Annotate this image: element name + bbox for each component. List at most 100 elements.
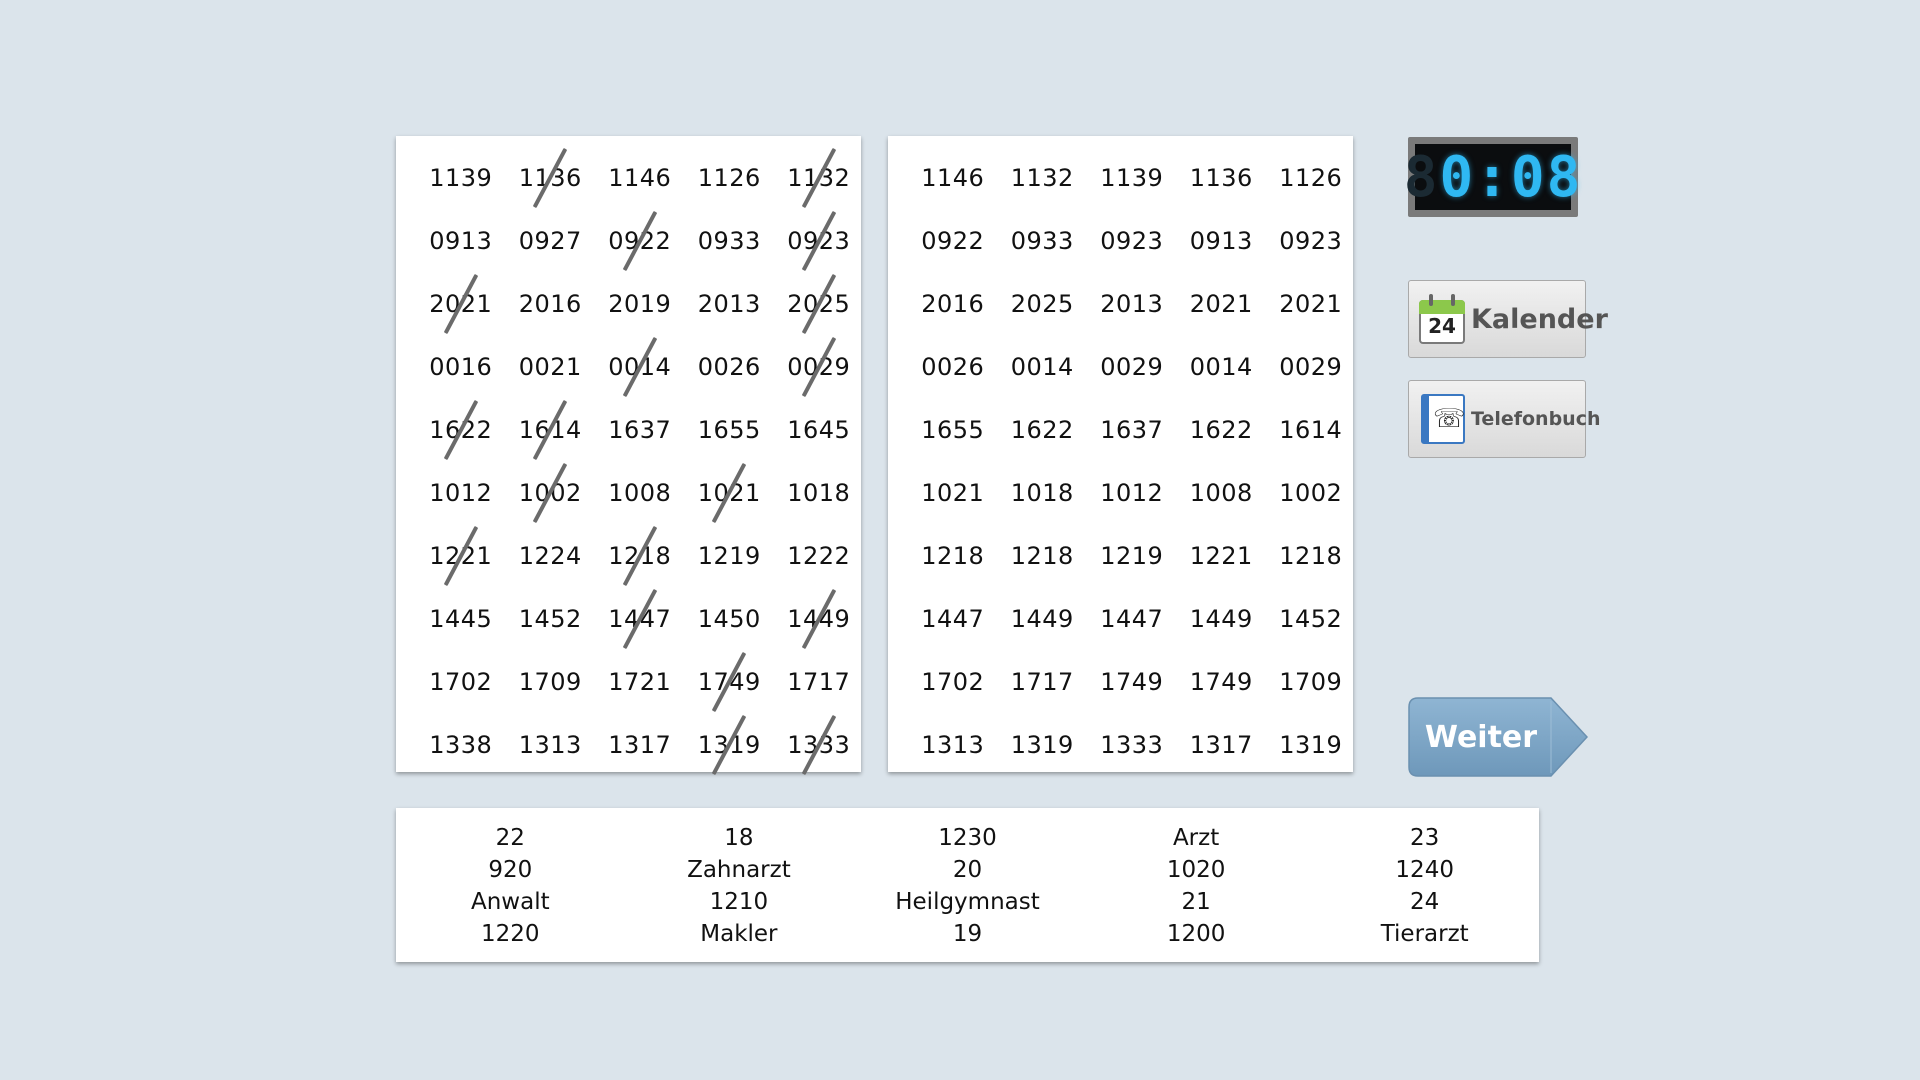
left-grid-cell[interactable]: 1224 (506, 524, 596, 587)
left-grid-cell[interactable]: 1721 (595, 650, 685, 713)
weiter-button[interactable]: Weiter (1408, 697, 1588, 777)
left-grid-cell[interactable]: 1222 (774, 524, 864, 587)
left-grid-cell[interactable]: 1218 (595, 524, 685, 587)
legend-entry: 23 (1410, 825, 1440, 851)
legend-entry: 24 (1410, 889, 1440, 915)
left-grid-cell[interactable]: 1139 (416, 146, 506, 209)
right-grid-cell: 0029 (1100, 352, 1164, 381)
left-grid-cell[interactable]: 0933 (685, 209, 775, 272)
left-grid-cell[interactable]: 1219 (685, 524, 775, 587)
right-grid-cell: 0029 (1279, 352, 1343, 381)
right-grid-cell: 1146 (921, 163, 985, 192)
left-grid-cell[interactable]: 1702 (416, 650, 506, 713)
left-grid-cell[interactable]: 1338 (416, 713, 506, 776)
right-grid-cell: 1749 (1189, 667, 1253, 696)
legend-entry: Tierarzt (1380, 921, 1469, 947)
left-grid-cell[interactable]: 1614 (506, 398, 596, 461)
left-grid-cell[interactable]: 0016 (416, 335, 506, 398)
left-grid-cell[interactable]: 0913 (416, 209, 506, 272)
left-grid-cell[interactable]: 2025 (774, 272, 864, 335)
left-grid-cell[interactable]: 0029 (774, 335, 864, 398)
calendar-icon-number: 24 (1428, 314, 1456, 338)
right-grid-cell: 0923 (1279, 226, 1343, 255)
left-grid-cell[interactable]: 2019 (595, 272, 685, 335)
left-grid-cell[interactable]: 1018 (774, 461, 864, 524)
left-grid-cell[interactable]: 0927 (506, 209, 596, 272)
right-grid-cell: 0026 (921, 352, 985, 381)
right-grid-cell: 1749 (1100, 667, 1164, 696)
right-grid-cell: 0922 (921, 226, 985, 255)
right-grid-cell: 1333 (1100, 730, 1164, 759)
legend-entry: 20 (952, 857, 983, 883)
left-grid-cell[interactable]: 1450 (685, 587, 775, 650)
legend-entry: 21 (1181, 889, 1211, 915)
left-grid-cells: 1139 1136 1146 1126 1132 0913 0927 0922 0933 0923… (396, 136, 861, 772)
left-grid-cell[interactable]: 0014 (595, 335, 685, 398)
left-grid-cell[interactable]: 0021 (506, 335, 596, 398)
left-grid-cell[interactable]: 1313 (506, 713, 596, 776)
right-grid-cell: 1218 (1010, 541, 1074, 570)
left-grid-cell[interactable]: 1008 (595, 461, 685, 524)
left-grid-cell[interactable]: 1021 (685, 461, 775, 524)
left-grid-cell[interactable]: 0922 (595, 209, 685, 272)
legend-column: 23 1240 24 Tierarzt (1310, 822, 1539, 950)
left-grid-cell[interactable]: 0026 (685, 335, 775, 398)
timer-ghost-digit: 8 (1403, 144, 1440, 210)
left-grid-cell[interactable]: 1333 (774, 713, 864, 776)
countdown-timer: 8 0:08 (1404, 137, 1580, 217)
left-grid-cell[interactable]: 1655 (685, 398, 775, 461)
left-grid-cell[interactable]: 1012 (416, 461, 506, 524)
right-grid-cell: 1218 (1279, 541, 1343, 570)
left-grid-cell[interactable]: 2016 (506, 272, 596, 335)
left-grid-cell[interactable]: 1717 (774, 650, 864, 713)
telefonbuch-button[interactable]: ☏ Telefonbuch (1408, 380, 1600, 458)
right-grid-cell: 2021 (1279, 289, 1343, 318)
kalender-button[interactable]: 24 Kalender (1408, 280, 1608, 358)
right-grid-cell: 1136 (1189, 163, 1253, 192)
left-grid-cell[interactable]: 0923 (774, 209, 864, 272)
left-grid-cell[interactable]: 2013 (685, 272, 775, 335)
left-grid-cell[interactable]: 1452 (506, 587, 596, 650)
left-grid-cell[interactable]: 1221 (416, 524, 506, 587)
left-grid-cell[interactable]: 1319 (685, 713, 775, 776)
legend-entry: 1200 (1166, 921, 1226, 947)
legend-entry: 22 (495, 825, 525, 851)
left-grid-cell[interactable]: 1445 (416, 587, 506, 650)
right-grid-cell: 1012 (1100, 478, 1164, 507)
left-grid-cell[interactable]: 1126 (685, 146, 775, 209)
legend-entry: 1240 (1395, 857, 1454, 883)
right-grid-cell: 1319 (1279, 730, 1343, 759)
left-grid-cell[interactable]: 1447 (595, 587, 685, 650)
right-grid-cell: 1702 (921, 667, 985, 696)
right-grid-cell: 2021 (1189, 289, 1253, 318)
left-grid-cell[interactable]: 1449 (774, 587, 864, 650)
right-grid-cells: 1146 1132 1139 1136 1126 0922 0933 0923 0913 0923… (888, 136, 1353, 772)
right-grid-cell: 1126 (1279, 163, 1343, 192)
right-grid-cell: 1709 (1279, 667, 1343, 696)
left-grid-cell[interactable]: 1622 (416, 398, 506, 461)
left-grid-cell[interactable]: 1136 (506, 146, 596, 209)
left-grid-cell[interactable]: 1317 (595, 713, 685, 776)
legend-entry: 920 (488, 857, 533, 883)
legend-entry: Makler (700, 921, 778, 947)
left-grid-cell[interactable]: 1749 (685, 650, 775, 713)
calendar-icon: 24 (1417, 292, 1467, 346)
left-grid-cell[interactable]: 1146 (595, 146, 685, 209)
left-grid-cell[interactable]: 1132 (774, 146, 864, 209)
telefonbuch-button-label: Telefonbuch (1471, 408, 1601, 430)
legend-entry: 1020 (1166, 857, 1226, 883)
left-grid-cell[interactable]: 1637 (595, 398, 685, 461)
legend-entry: Anwalt (470, 889, 550, 915)
legend-columns: 22 920 Anwalt 1220 18 Zahnarzt 1210 Makler 1230 2… (396, 822, 1539, 950)
weiter-button-label: Weiter (1424, 719, 1538, 755)
right-grid-cell: 1449 (1189, 604, 1253, 633)
right-grid-cell: 0913 (1189, 226, 1253, 255)
left-grid-cell[interactable]: 1709 (506, 650, 596, 713)
right-grid-cell: 1622 (1189, 415, 1253, 444)
right-grid-cell: 0014 (1189, 352, 1253, 381)
right-grid-cell: 1219 (1100, 541, 1164, 570)
legend-column: 1230 20 Heilgymnast 19 (853, 822, 1082, 950)
left-grid-cell[interactable]: 1645 (774, 398, 864, 461)
left-grid-cell[interactable]: 2021 (416, 272, 506, 335)
left-grid-cell[interactable]: 1002 (506, 461, 596, 524)
